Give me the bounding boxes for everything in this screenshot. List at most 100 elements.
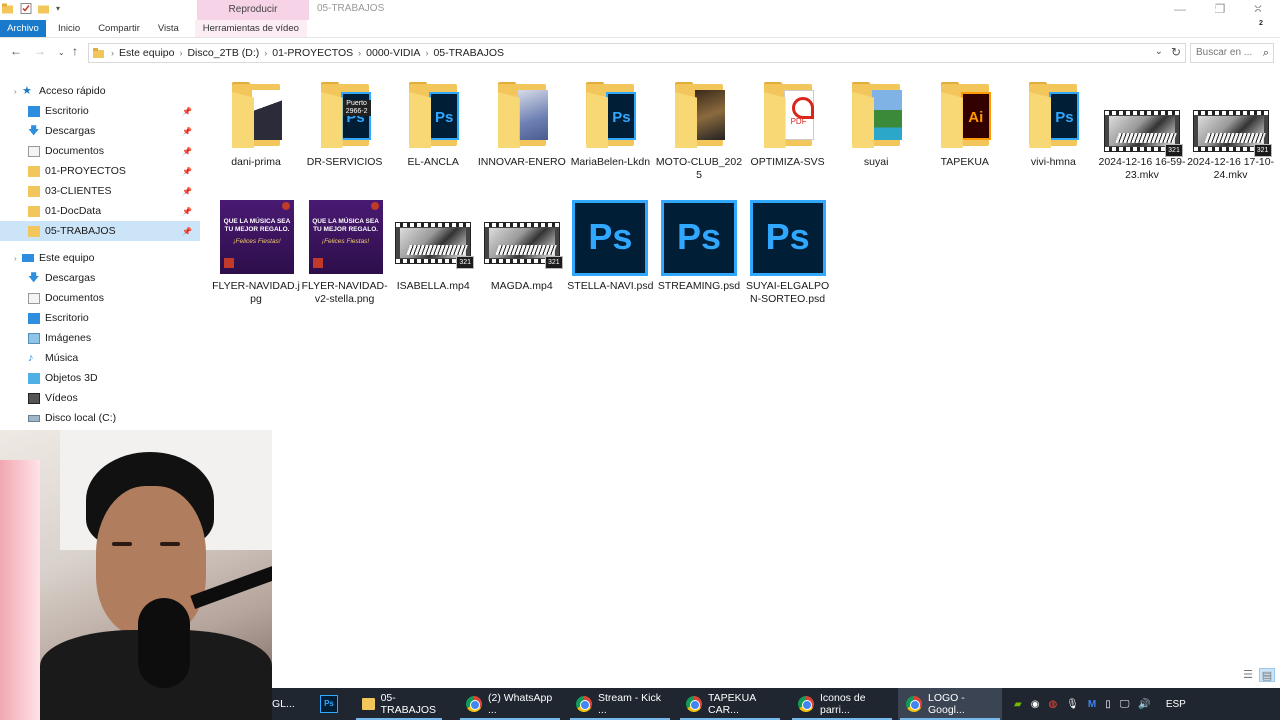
file-item-innovar-enero[interactable]: INNOVAR-ENERO [478,78,566,186]
network-icon[interactable]: 🖵 [1120,699,1130,710]
search-input[interactable]: Buscar en ... ⌕ [1190,43,1274,63]
file-item-2024-12-16-16-59-23-mkv[interactable]: 321 2024-12-16 16-59-23.mkv [1098,78,1186,186]
file-item-tapekua[interactable]: Ai TAPEKUA [921,78,1009,186]
nav-item-escritorio[interactable]: Escritorio 📌 [0,101,200,121]
tab-inicio[interactable]: Inicio [46,20,89,37]
pin-icon[interactable]: 📌 [182,207,192,216]
file-item-vivi-hmna[interactable]: Ps vivi-hmna [1009,78,1097,186]
file-item-suyai[interactable]: suyai [832,78,920,186]
antivirus-icon[interactable]: ◍ [1048,699,1057,710]
nav-item-01-docdata[interactable]: 01-DocData 📌 [0,201,200,221]
nav-item-escritorio[interactable]: Escritorio [0,308,200,328]
details-view-icon[interactable]: ☰ [1240,668,1256,682]
chevron-right-icon[interactable]: › [264,48,267,58]
steam-icon[interactable]: ◉ [1031,699,1040,710]
nav-item-v-deos[interactable]: Vídeos [0,388,200,408]
pin-icon[interactable]: 📌 [182,127,192,136]
nav-este-equipo[interactable]: Este equipo [22,248,222,268]
tab-archivo[interactable]: Archivo [0,20,46,37]
pin-icon[interactable]: 📌 [182,187,192,196]
tab-vista[interactable]: Vista [149,20,188,37]
file-item-flyer-navidad-jpg[interactable]: QUE LA MÚSICA SEA TU MEJOR REGALO. ¡Felic… [212,190,300,305]
back-button[interactable]: ← [10,44,22,58]
file-item-stella-navi-psd[interactable]: Ps STELLA-NAVI.psd [566,190,654,298]
file-item-optimiza-svs[interactable]: PDF OPTIMIZA-SVS [744,78,832,186]
chevron-right-icon[interactable]: › [14,87,17,96]
chevron-right-icon[interactable]: › [358,48,361,58]
nav-item-objetos-3d[interactable]: Objetos 3D [0,368,200,388]
chevron-down-icon[interactable]: ⌄ [1155,46,1163,57]
notification-center-icon[interactable]: 2 [1244,8,1266,29]
breadcrumb-vidia[interactable]: 0000-VIDIA [366,47,420,59]
nav-label: Disco local (C:) [45,412,117,424]
up-button[interactable]: ↑ [72,44,78,58]
taskbar-item-photoshop[interactable]: Ps [312,688,338,720]
chevron-right-icon[interactable]: › [179,48,182,58]
breadcrumb-disco[interactable]: Disco_2TB (D:) [187,47,259,59]
volume-icon[interactable]: 🔊 [1138,699,1150,710]
chevron-right-icon[interactable]: › [14,254,17,263]
file-item-isabella-mp4[interactable]: 321 ISABELLA.mp4 [389,190,477,298]
taskbar-item-logo-googl[interactable]: LOGO - Googl... [898,688,1002,720]
language-indicator[interactable]: ESP [1166,699,1186,710]
pin-icon[interactable]: 📌 [182,107,192,116]
nav-item-01-proyectos[interactable]: 01-PROYECTOS 📌 [0,161,200,181]
forward-button[interactable]: → [34,44,46,58]
file-item-moto-club-2025[interactable]: MOTO-CLUB_2025 [655,78,743,186]
file-item-streaming-psd[interactable]: Ps STREAMING.psd [655,190,743,298]
file-item-flyer-navidad-v2-stella-png[interactable]: QUE LA MÚSICA SEA TU MEJOR REGALO. ¡Felic… [301,190,389,305]
nav-item-disco-local-c-[interactable]: Disco local (C:) [0,408,200,428]
taskbar-item-tapekua-car[interactable]: TAPEKUA CAR... [678,688,782,720]
tab-herramientas-video[interactable]: Herramientas de vídeo [194,20,307,37]
pin-icon[interactable]: 📌 [182,167,192,176]
nav-item-m-sica[interactable]: ♪ Música [0,348,200,368]
pin-icon[interactable]: 📌 [182,147,192,156]
nav-item-05-trabajos[interactable]: 05-TRABAJOS 📌 [0,221,200,241]
file-item-magda-mp4[interactable]: 321 MAGDA.mp4 [478,190,566,298]
battery-icon[interactable]: ▯ [1105,699,1111,710]
file-item-mariabelen-lkdn[interactable]: Ps MariaBelen-Lkdn [566,78,654,186]
nav-label: Escritorio [45,105,89,117]
file-item-dr-servicios[interactable]: Ps Puerto 2966-2 DR-SERVICIOS [301,78,389,186]
tab-compartir[interactable]: Compartir [89,20,149,37]
documents-icon [28,145,40,157]
properties-icon[interactable] [20,2,32,15]
nav-item-descargas[interactable]: 🡇 Descargas [0,268,200,288]
breadcrumb-trabajos[interactable]: 05-TRABAJOS [433,47,504,59]
file-name: ISABELLA.mp4 [396,280,470,292]
breadcrumb-proyectos[interactable]: 01-PROYECTOS [272,47,353,59]
refresh-icon[interactable]: ↻ [1171,45,1181,59]
file-item-el-ancla[interactable]: Ps EL-ANCLA [389,78,477,186]
file-name: FLYER-NAVIDAD.jpg [212,280,300,305]
chevron-right-icon[interactable]: › [425,48,428,58]
taskbar-item-stream-kick[interactable]: Stream - Kick ... [568,688,672,720]
mega-icon[interactable]: M [1088,699,1096,710]
nav-item-03-clientes[interactable]: 03-CLIENTES 📌 [0,181,200,201]
new-folder-icon[interactable] [38,2,50,15]
photoshop-icon: Ps [320,695,338,713]
file-item-suyai-elgalpon-sorteo-psd[interactable]: Ps SUYAI-ELGALPON-SORTEO.psd [744,190,832,305]
nav-quick-access[interactable]: ★ Acceso rápido [22,81,222,101]
context-tab-group[interactable]: Reproducir [197,0,309,20]
address-bar[interactable]: › Este equipo › Disco_2TB (D:) › 01-PROY… [88,43,1186,63]
nav-item-documentos[interactable]: Documentos [0,288,200,308]
taskbar-item-iconos-de-parri[interactable]: Iconos de parri... [790,688,894,720]
file-item-2024-12-16-17-10-24-mkv[interactable]: 321 2024-12-16 17-10-24.mkv [1187,78,1275,186]
breadcrumb-este-equipo[interactable]: Este equipo [119,47,174,59]
chevron-right-icon: › [111,48,114,58]
taskbar-item-05-trabajos[interactable]: 05-TRABAJOS [354,688,444,720]
recent-locations-button[interactable]: ⌄ [58,48,65,57]
nvidia-icon[interactable]: ▰ [1014,699,1022,710]
clock[interactable]: 17:57 26/12/2025 [1180,0,1232,32]
nav-item-descargas[interactable]: 🡇 Descargas 📌 [0,121,200,141]
mic-icon[interactable]: 🎙 [1066,699,1079,710]
large-icons-view-icon[interactable]: ▤ [1259,668,1275,682]
taskbar: ▰ ◉ ◍ 🎙 M ▯ 🖵 🔊 ESP GL... Ps 05-TRABAJOS (2… [272,688,1280,720]
pin-icon[interactable]: 📌 [182,227,192,236]
file-item-dani-prima[interactable]: dani-prima [212,78,300,186]
nav-item-documentos[interactable]: Documentos 📌 [0,141,200,161]
customize-qat-icon[interactable]: ▾ [56,4,60,13]
nav-item-im-genes[interactable]: Imágenes [0,328,200,348]
file-name: EL-ANCLA [407,156,459,168]
taskbar-item-2-whatsapp[interactable]: (2) WhatsApp ... [458,688,562,720]
